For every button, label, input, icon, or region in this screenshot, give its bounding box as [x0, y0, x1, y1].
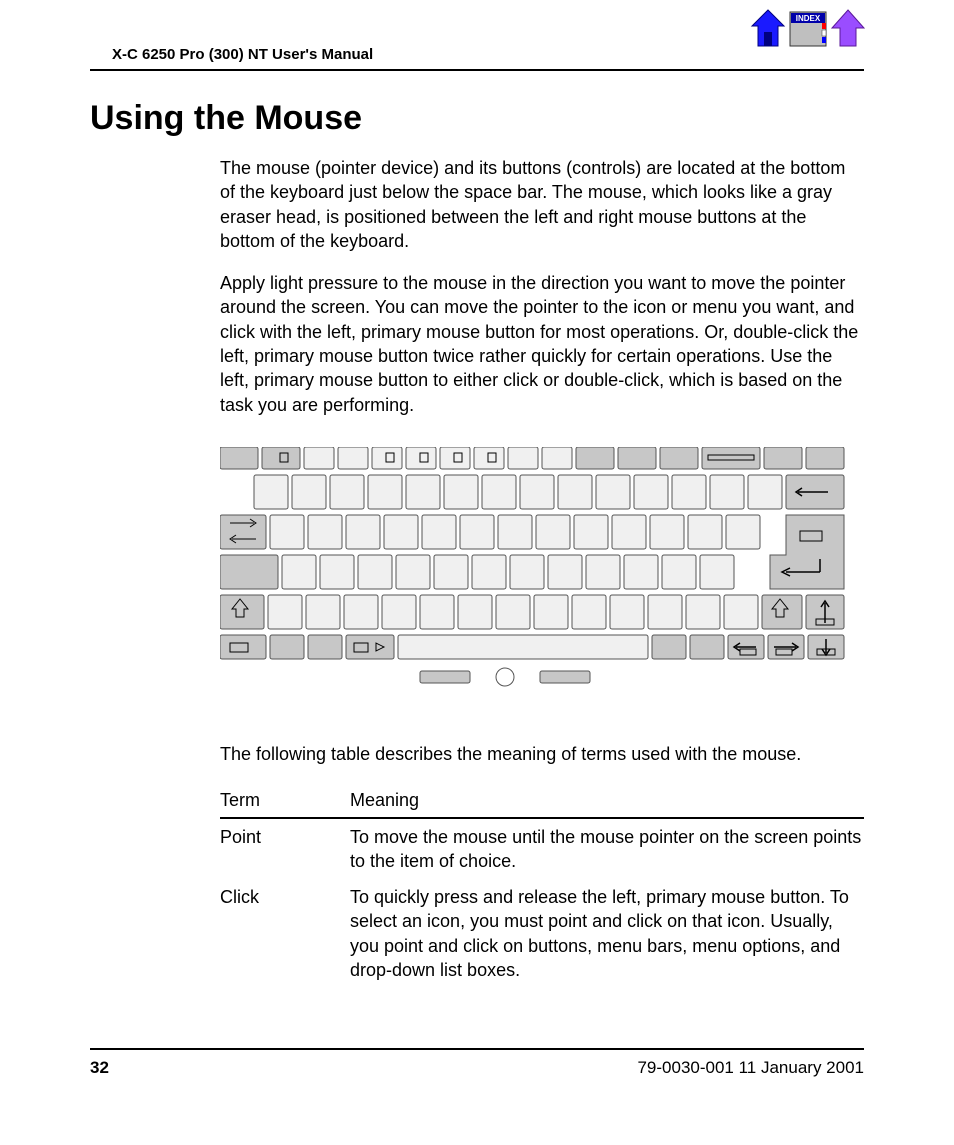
home-icon[interactable]	[750, 8, 786, 53]
page-number: 32	[90, 1058, 109, 1078]
term-cell: Point	[220, 818, 350, 880]
index-icon[interactable]: INDEX	[788, 8, 828, 53]
th-term: Term	[220, 784, 350, 817]
running-head: X-C 6250 Pro (300) NT User's Manual	[90, 20, 864, 71]
table-intro: The following table describes the meanin…	[220, 742, 864, 766]
meaning-cell: To move the mouse until the mouse pointe…	[350, 818, 864, 880]
section-title: Using the Mouse	[90, 99, 864, 138]
page-footer: 32 79-0030-001 11 January 2001	[90, 1048, 864, 1078]
th-meaning: Meaning	[350, 784, 864, 817]
table-row: Point To move the mouse until the mouse …	[220, 818, 864, 880]
terms-table: Term Meaning Point To move the mouse unt…	[220, 784, 864, 988]
index-label: INDEX	[796, 14, 821, 23]
up-icon[interactable]	[830, 8, 866, 53]
doc-id: 79-0030-001 11 January 2001	[637, 1058, 864, 1078]
keyboard-diagram: .k { fill:#f0f0f0; stroke:#555; stroke-w…	[220, 447, 864, 692]
meaning-cell: To quickly press and release the left, p…	[350, 879, 864, 988]
table-row: Click To quickly press and release the l…	[220, 879, 864, 988]
intro-paragraph-2: Apply light pressure to the mouse in the…	[220, 271, 864, 417]
term-cell: Click	[220, 879, 350, 988]
intro-paragraph-1: The mouse (pointer device) and its butto…	[220, 156, 864, 253]
